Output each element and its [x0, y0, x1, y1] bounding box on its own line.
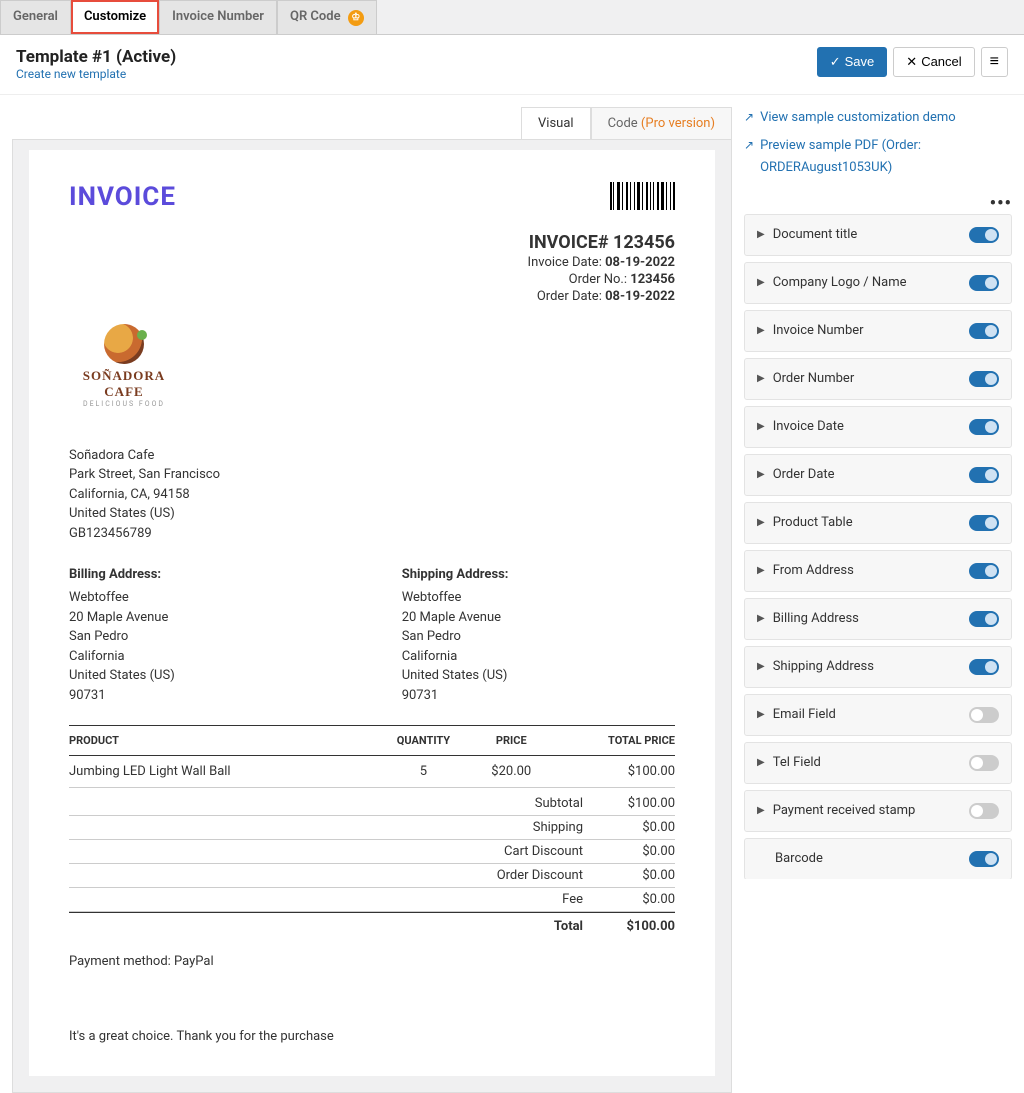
external-link-icon: ↗ [744, 135, 754, 179]
chevron-right-icon: ▶ [757, 373, 765, 384]
option-label: Document title [773, 227, 858, 242]
option-toggle[interactable] [969, 755, 999, 771]
preview-canvas: INVOICE INVOICE# 123456 Invoice Date: 08… [12, 139, 732, 1093]
option-label: Invoice Date [773, 419, 844, 434]
preview-tab-code[interactable]: Code (Pro version) [591, 107, 732, 139]
option-label: Billing Address [773, 611, 859, 626]
preview-mode-tabs: Visual Code (Pro version) [12, 107, 732, 139]
option-label: Company Logo / Name [773, 275, 907, 290]
table-row: Jumbing LED Light Wall Ball 5 $20.00 $10… [69, 756, 675, 788]
options-kebab-icon[interactable]: ••• [744, 193, 1016, 214]
option-label: Payment received stamp [773, 803, 916, 818]
check-icon: ✓ [830, 54, 841, 70]
option-item-company-logo-name[interactable]: ▶ Company Logo / Name [744, 262, 1012, 304]
option-label: Tel Field [773, 755, 821, 770]
option-toggle[interactable] [969, 563, 999, 579]
crown-icon: ♔ [348, 10, 364, 26]
tab-general[interactable]: General [0, 0, 71, 34]
payment-method: Payment method: PayPal [69, 954, 675, 969]
cancel-button[interactable]: ✕ Cancel [893, 47, 974, 77]
tab-invoice-number[interactable]: Invoice Number [159, 0, 277, 34]
chevron-right-icon: ▶ [757, 757, 765, 768]
option-label: From Address [773, 563, 854, 578]
more-menu-button[interactable]: ≡ [981, 47, 1008, 77]
option-item-shipping-address[interactable]: ▶ Shipping Address [744, 646, 1012, 688]
from-address: Soñadora Cafe Park Street, San Francisco… [69, 446, 675, 544]
option-item-from-address[interactable]: ▶ From Address [744, 550, 1012, 592]
chevron-right-icon: ▶ [757, 805, 765, 816]
option-item-order-number[interactable]: ▶ Order Number [744, 358, 1012, 400]
invoice-meta: INVOICE# 123456 Invoice Date: 08-19-2022… [69, 232, 675, 304]
option-toggle[interactable] [969, 371, 999, 387]
company-logo: SOÑADORA CAFE DELICIOUS FOOD [69, 324, 179, 408]
chevron-right-icon: ▶ [757, 325, 765, 336]
option-item-email-field[interactable]: ▶ Email Field [744, 694, 1012, 736]
option-toggle[interactable] [969, 275, 999, 291]
option-label: Barcode [775, 851, 823, 866]
option-toggle[interactable] [969, 419, 999, 435]
option-toggle[interactable] [969, 515, 999, 531]
customization-options-list[interactable]: ▶ Document title ▶ Company Logo / Name ▶ Invo… [744, 214, 1016, 879]
option-toggle[interactable] [969, 227, 999, 243]
option-label: Shipping Address [773, 659, 874, 674]
chevron-right-icon: ▶ [757, 517, 765, 528]
option-item-tel-field[interactable]: ▶ Tel Field [744, 742, 1012, 784]
invoice-title: INVOICE [69, 182, 176, 212]
option-label: Order Number [773, 371, 855, 386]
option-item-barcode[interactable]: Barcode [744, 838, 1012, 879]
product-table: PRODUCT QUANTITY PRICE TOTAL PRICE Jumbi… [69, 725, 675, 788]
shipping-address: Shipping Address: Webtoffee 20 Maple Ave… [402, 567, 675, 705]
chevron-right-icon: ▶ [757, 565, 765, 576]
chevron-right-icon: ▶ [757, 613, 765, 624]
chevron-right-icon: ▶ [757, 709, 765, 720]
chevron-right-icon: ▶ [757, 277, 765, 288]
option-item-order-date[interactable]: ▶ Order Date [744, 454, 1012, 496]
hamburger-icon: ≡ [990, 54, 999, 70]
option-label: Product Table [773, 515, 853, 530]
invoice-document: INVOICE INVOICE# 123456 Invoice Date: 08… [29, 150, 715, 1077]
create-template-link[interactable]: Create new template [16, 67, 126, 81]
chevron-right-icon: ▶ [757, 229, 765, 240]
preview-tab-visual[interactable]: Visual [521, 107, 591, 139]
option-label: Invoice Number [773, 323, 864, 338]
close-icon: ✕ [906, 54, 917, 70]
option-toggle[interactable] [969, 323, 999, 339]
option-toggle[interactable] [969, 851, 999, 867]
option-toggle[interactable] [969, 659, 999, 675]
chevron-right-icon: ▶ [757, 421, 765, 432]
option-item-billing-address[interactable]: ▶ Billing Address [744, 598, 1012, 640]
option-item-invoice-date[interactable]: ▶ Invoice Date [744, 406, 1012, 448]
option-toggle[interactable] [969, 707, 999, 723]
external-link-icon: ↗ [744, 107, 754, 129]
footer-note: It's a great choice. Thank you for the p… [69, 1029, 675, 1044]
preview-pdf-link[interactable]: ↗ Preview sample PDF (Order: ORDERAugust… [744, 135, 1016, 179]
option-label: Email Field [773, 707, 836, 722]
option-item-product-table[interactable]: ▶ Product Table [744, 502, 1012, 544]
template-header: Template #1 (Active) Create new template… [0, 35, 1024, 95]
billing-address: Billing Address: Webtoffee 20 Maple Aven… [69, 567, 342, 705]
totals-block: Subtotal$100.00 Shipping$0.00 Cart Disco… [69, 792, 675, 938]
settings-tab-bar: General Customize Invoice Number QR Code… [0, 0, 1024, 35]
help-links: ↗View sample customization demo ↗ Previe… [744, 107, 1016, 179]
demo-link[interactable]: ↗View sample customization demo [744, 107, 956, 129]
option-toggle[interactable] [969, 467, 999, 483]
tab-customize[interactable]: Customize [71, 0, 159, 34]
option-item-payment-received-stamp[interactable]: ▶ Payment received stamp [744, 790, 1012, 832]
option-label: Order Date [773, 467, 835, 482]
option-toggle[interactable] [969, 611, 999, 627]
option-toggle[interactable] [969, 803, 999, 819]
option-item-document-title[interactable]: ▶ Document title [744, 214, 1012, 256]
page-title: Template #1 (Active) [16, 47, 176, 67]
save-button[interactable]: ✓ Save [817, 47, 888, 77]
option-item-invoice-number[interactable]: ▶ Invoice Number [744, 310, 1012, 352]
chevron-right-icon: ▶ [757, 469, 765, 480]
chevron-right-icon: ▶ [757, 661, 765, 672]
barcode [610, 182, 675, 210]
tab-qr-code[interactable]: QR Code ♔ [277, 0, 377, 34]
